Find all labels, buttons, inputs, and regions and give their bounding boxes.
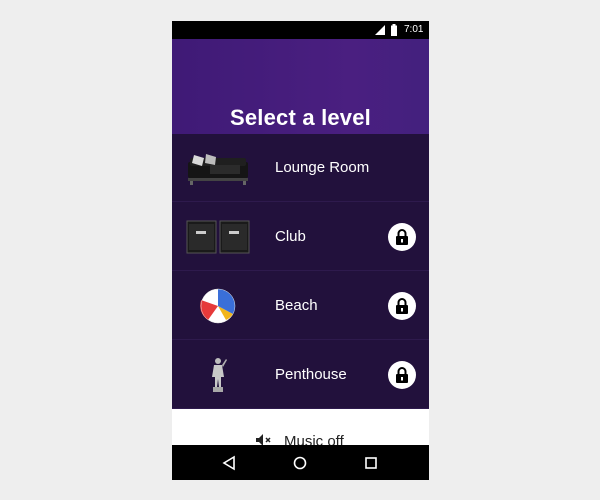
header: Select a level: [172, 39, 429, 134]
speakers-icon: [186, 220, 250, 254]
couch-icon: [188, 154, 248, 185]
level-item-lounge-room[interactable]: Lounge Room: [172, 134, 429, 202]
page-title: Select a level: [229, 105, 371, 130]
nav-bar: [172, 445, 429, 480]
home-icon[interactable]: [291, 454, 309, 472]
level-label: Beach: [275, 297, 318, 314]
lock-icon: [396, 367, 408, 383]
signal-icon: [375, 25, 385, 35]
lock-button[interactable]: [388, 223, 416, 251]
recents-icon[interactable]: [362, 454, 380, 472]
back-icon[interactable]: [220, 454, 238, 472]
level-item-club[interactable]: Club: [172, 203, 429, 271]
lock-icon: [396, 298, 408, 314]
level-label: Lounge Room: [275, 159, 370, 176]
level-label: Penthouse: [275, 366, 347, 383]
statue-icon: [212, 358, 227, 392]
lock-button[interactable]: [388, 361, 416, 389]
beach-ball-icon: [200, 288, 236, 324]
lock-icon: [396, 229, 408, 245]
battery-icon: [391, 24, 397, 36]
lock-button[interactable]: [388, 292, 416, 320]
level-list: Lounge Room Club Beach Penthouse: [172, 134, 429, 409]
status-bar: 7:01: [172, 21, 429, 39]
level-item-beach[interactable]: Beach: [172, 272, 429, 340]
phone-screen: 7:01 Select a level Lounge Room Club Bea…: [172, 21, 429, 480]
level-item-penthouse[interactable]: Penthouse: [172, 341, 429, 409]
status-time: 7:01: [404, 24, 424, 35]
music-toggle[interactable]: Music off: [172, 409, 429, 450]
level-label: Club: [275, 228, 306, 245]
